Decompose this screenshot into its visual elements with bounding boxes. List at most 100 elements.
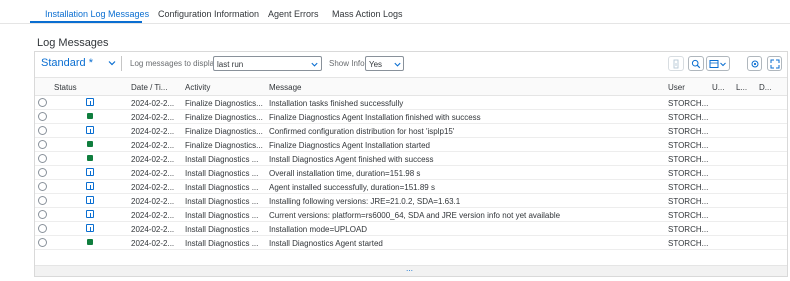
date-cell: 2024-02-2... — [131, 239, 175, 248]
chevron-down-icon[interactable] — [107, 58, 117, 68]
table-row[interactable]: 2024-02-2... Install Diagnostics ... Ove… — [35, 166, 787, 180]
message-cell: Confirmed configuration distribution for… — [269, 127, 455, 136]
tab-bar: Installation Log Messages Configuration … — [0, 0, 790, 24]
user-cell: STORCH... — [668, 197, 709, 206]
column-header-message[interactable]: Message — [269, 83, 301, 92]
date-cell: 2024-02-2... — [131, 225, 175, 234]
row-selector-radio[interactable] — [38, 168, 47, 177]
success-icon — [87, 141, 93, 147]
user-cell: STORCH... — [668, 127, 709, 136]
column-header-u[interactable]: U... — [712, 83, 724, 92]
date-cell: 2024-02-2... — [131, 211, 175, 220]
row-selector-radio[interactable] — [38, 182, 47, 191]
date-cell: 2024-02-2... — [131, 169, 175, 178]
display-filter-value: last run — [217, 60, 244, 69]
column-header-user[interactable]: User — [668, 83, 685, 92]
variant-selector[interactable]: Standard * — [41, 57, 93, 69]
info-icon — [86, 196, 94, 204]
user-cell: STORCH... — [668, 155, 709, 164]
show-info-select[interactable]: Yes — [365, 56, 404, 71]
table-row[interactable]: 2024-02-2... Install Diagnostics ... Ins… — [35, 222, 787, 236]
table-row[interactable]: 2024-02-2... Install Diagnostics ... Cur… — [35, 208, 787, 222]
activity-cell: Install Diagnostics ... — [185, 197, 259, 206]
settings-button[interactable] — [747, 56, 762, 71]
date-cell: 2024-02-2... — [131, 99, 175, 108]
settings-icon — [751, 60, 759, 68]
activity-cell: Install Diagnostics ... — [185, 183, 259, 192]
search-button[interactable] — [688, 56, 704, 71]
message-cell: Installation tasks finished successfully — [269, 99, 404, 108]
resize-grip-icon[interactable]: ⋯ — [406, 268, 414, 275]
tab-agent-errors[interactable]: Agent Errors — [268, 9, 319, 19]
info-icon — [86, 224, 94, 232]
user-cell: STORCH... — [668, 113, 709, 122]
message-cell: Finalize Diagnostics Agent Installation … — [269, 113, 481, 122]
column-header-date[interactable]: Date / Ti... — [131, 83, 167, 92]
info-icon — [673, 59, 679, 69]
row-selector-radio[interactable] — [38, 154, 47, 163]
user-cell: STORCH... — [668, 141, 709, 150]
activity-cell: Install Diagnostics ... — [185, 239, 259, 248]
activity-cell: Finalize Diagnostics... — [185, 113, 263, 122]
info-button[interactable] — [668, 56, 684, 71]
column-header-l[interactable]: L... — [736, 83, 747, 92]
fullscreen-button[interactable] — [767, 56, 782, 71]
table-row[interactable]: 2024-02-2... Finalize Diagnostics... Fin… — [35, 138, 787, 152]
success-icon — [87, 239, 93, 245]
row-selector-radio[interactable] — [38, 238, 47, 247]
show-info-value: Yes — [369, 60, 383, 69]
activity-cell: Install Diagnostics ... — [185, 169, 259, 178]
row-selector-radio[interactable] — [38, 140, 47, 149]
activity-cell: Install Diagnostics ... — [185, 211, 259, 220]
table-footer: ⋯ — [35, 265, 787, 276]
row-selector-radio[interactable] — [38, 98, 47, 107]
user-cell: STORCH... — [668, 99, 709, 108]
show-info-label: Show Info: — [329, 59, 367, 68]
user-cell: STORCH... — [668, 211, 709, 220]
activity-cell: Finalize Diagnostics... — [185, 99, 263, 108]
row-selector-radio[interactable] — [38, 196, 47, 205]
display-filter-select[interactable]: last run — [213, 56, 322, 71]
message-cell: Install Diagnostics Agent finished with … — [269, 155, 434, 164]
date-cell: 2024-02-2... — [131, 113, 175, 122]
message-cell: Current versions: platform=rs6000_64, SD… — [269, 211, 561, 220]
info-icon — [86, 182, 94, 190]
message-cell: Installation mode=UPLOAD — [269, 225, 368, 234]
table-row[interactable]: 2024-02-2... Install Diagnostics ... Ins… — [35, 236, 787, 250]
message-cell: Install Diagnostics Agent started — [269, 239, 383, 248]
column-header-status[interactable]: Status — [54, 83, 77, 92]
column-header-activity[interactable]: Activity — [185, 83, 210, 92]
tab-configuration-information[interactable]: Configuration Information — [158, 9, 259, 19]
activity-cell: Install Diagnostics ... — [185, 225, 259, 234]
activity-cell: Finalize Diagnostics... — [185, 127, 263, 136]
table-row[interactable]: 2024-02-2... Install Diagnostics ... Ins… — [35, 194, 787, 208]
column-header-d[interactable]: D... — [759, 83, 771, 92]
message-cell: Overall installation time, duration=151.… — [269, 169, 421, 178]
date-cell: 2024-02-2... — [131, 197, 175, 206]
export-button[interactable] — [706, 56, 730, 71]
table-row[interactable]: 2024-02-2... Install Diagnostics ... Ins… — [35, 152, 787, 166]
message-cell: Installing following versions: JRE=21.0.… — [269, 197, 461, 206]
tab-installation-log-messages[interactable]: Installation Log Messages — [45, 9, 149, 19]
table-header: Status Date / Ti... Activity Message Use… — [35, 77, 787, 96]
info-icon — [86, 168, 94, 176]
table-row[interactable]: 2024-02-2... Finalize Diagnostics... Ins… — [35, 96, 787, 110]
log-messages-table-panel: Standard * Log messages to display: last… — [34, 51, 788, 277]
search-icon — [691, 59, 701, 69]
message-cell: Agent installed successfully, duration=1… — [269, 183, 435, 192]
row-selector-radio[interactable] — [38, 112, 47, 121]
row-selector-radio[interactable] — [38, 224, 47, 233]
message-cell: Finalize Diagnostics Agent Installation … — [269, 141, 430, 150]
date-cell: 2024-02-2... — [131, 141, 175, 150]
tab-mass-action-logs[interactable]: Mass Action Logs — [332, 9, 403, 19]
activity-cell: Install Diagnostics ... — [185, 155, 259, 164]
user-cell: STORCH... — [668, 183, 709, 192]
table-row[interactable]: 2024-02-2... Finalize Diagnostics... Con… — [35, 124, 787, 138]
row-selector-radio[interactable] — [38, 126, 47, 135]
row-selector-radio[interactable] — [38, 210, 47, 219]
table-toolbar: Standard * Log messages to display: last… — [35, 52, 787, 76]
user-cell: STORCH... — [668, 239, 709, 248]
chevron-down-icon — [394, 62, 401, 67]
table-row[interactable]: 2024-02-2... Finalize Diagnostics... Fin… — [35, 110, 787, 124]
table-row[interactable]: 2024-02-2... Install Diagnostics ... Age… — [35, 180, 787, 194]
